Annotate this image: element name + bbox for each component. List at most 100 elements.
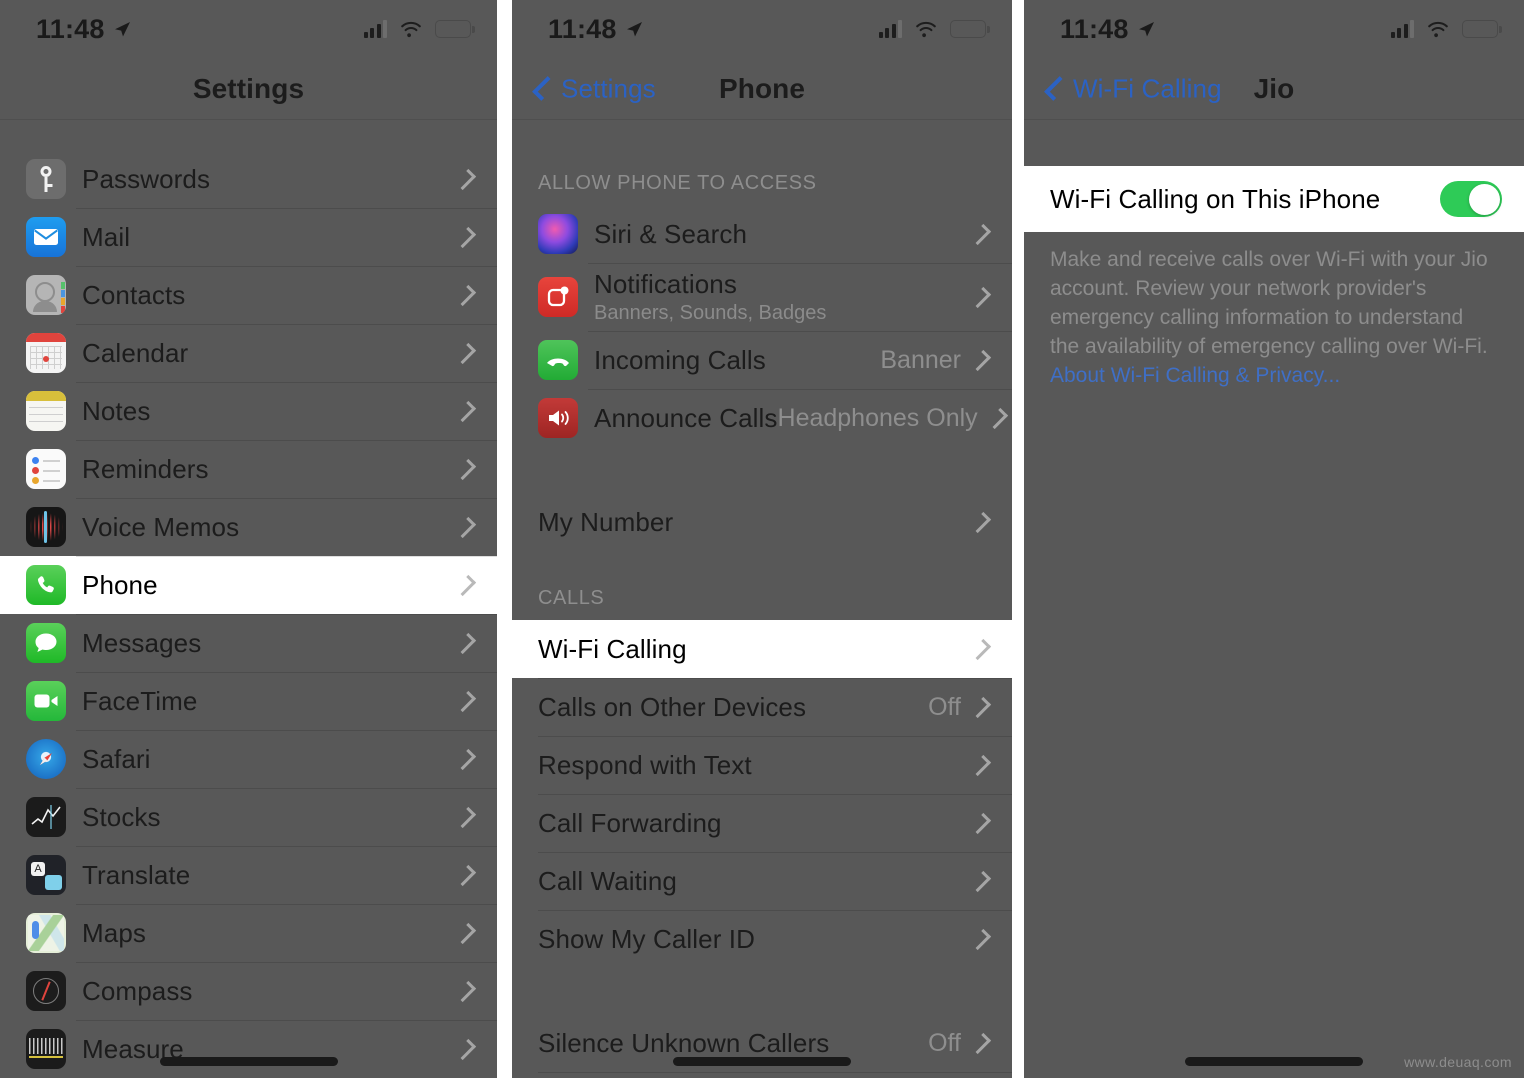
footnote-text: Make and receive calls over Wi-Fi with y… [1050, 248, 1488, 358]
sidebar-item-reminders[interactable]: Reminders [0, 440, 497, 498]
sidebar-item-calendar[interactable]: Calendar [0, 324, 497, 382]
panel-phone: 11:48 Settings Phone ALLOW PHONE TO ACCE… [512, 0, 1012, 1078]
row-wifi-calling[interactable]: Wi-Fi Calling [512, 620, 1012, 678]
status-bar-indicators [878, 20, 990, 38]
status-time: 11:48 [1060, 13, 1129, 44]
chevron-right-icon [454, 922, 477, 944]
facetime-icon [26, 681, 66, 721]
section-header-allow-access: ALLOW PHONE TO ACCESS [538, 172, 817, 194]
sidebar-item-phone[interactable]: Phone [0, 556, 497, 614]
row-notifications[interactable]: Notifications Banners, Sounds, Badges [512, 263, 1012, 331]
location-arrow-icon [1138, 22, 1154, 37]
nav-bar-phone: Settings Phone [512, 58, 1012, 120]
chevron-right-icon [969, 812, 992, 834]
sidebar-item-voice-memos[interactable]: Voice Memos [0, 498, 497, 556]
row-call-blocking-identification[interactable]: Call Blocking & Identification [512, 1072, 1012, 1078]
translate-icon: A [26, 855, 66, 895]
panel-gap-2 [1012, 0, 1024, 1078]
sidebar-item-translate[interactable]: A Translate [0, 846, 497, 904]
row-wifi-calling-on-this-iphone[interactable]: Wi-Fi Calling on This iPhone [1024, 166, 1524, 232]
chevron-right-icon [986, 407, 1008, 429]
wifi-calling-toggle[interactable] [1440, 181, 1502, 217]
incoming-calls-icon [538, 340, 578, 380]
wifi-calling-group: Wi-Fi Calling on This iPhone [1024, 166, 1524, 232]
sidebar-item-facetime[interactable]: FaceTime [0, 672, 497, 730]
location-arrow-icon [626, 22, 642, 37]
status-time: 11:48 [36, 13, 105, 44]
toggle-knob [1468, 183, 1500, 215]
row-label: Silence Unknown Callers [538, 1027, 830, 1058]
compass-icon [26, 971, 66, 1011]
maps-icon [26, 913, 66, 953]
sidebar-item-messages[interactable]: Messages [0, 614, 497, 672]
chevron-right-icon [969, 511, 992, 533]
home-indicator [673, 1057, 851, 1066]
row-label: Announce Calls [594, 402, 778, 433]
home-indicator [1185, 1057, 1363, 1066]
row-show-my-caller-id[interactable]: Show My Caller ID [512, 910, 1012, 968]
row-siri-and-search[interactable]: Siri & Search [512, 205, 1012, 263]
sidebar-item-maps[interactable]: Maps [0, 904, 497, 962]
wifi-icon [916, 21, 936, 38]
nav-bar-jio: Wi-Fi Calling Jio [1024, 58, 1524, 120]
row-sublabel: Banners, Sounds, Badges [594, 302, 827, 324]
chevron-right-icon [969, 286, 992, 308]
section-header-calls: CALLS [538, 587, 605, 609]
group-gap [512, 968, 1012, 1014]
location-arrow-icon [114, 22, 130, 37]
siri-icon [538, 214, 578, 254]
blocking-group: Silence Unknown Callers Off Call Blockin… [512, 1014, 1012, 1078]
row-label: Phone [82, 569, 158, 600]
row-label: Call Waiting [538, 865, 677, 896]
sidebar-item-stocks[interactable]: Stocks [0, 788, 497, 846]
cellular-signal-icon [363, 20, 387, 38]
list-top-gap [512, 120, 1012, 166]
status-bar-time-group: 11:48 [548, 14, 644, 45]
about-wifi-calling-privacy-link[interactable]: About Wi-Fi Calling & Privacy... [1050, 364, 1340, 387]
back-button[interactable]: Wi-Fi Calling [1044, 73, 1222, 104]
sidebar-item-passwords[interactable]: Passwords [0, 150, 497, 208]
status-bar-indicators [1390, 20, 1502, 38]
chevron-right-icon [454, 400, 477, 422]
row-label: Show My Caller ID [538, 923, 755, 954]
sidebar-item-safari[interactable]: Safari [0, 730, 497, 788]
sidebar-item-mail[interactable]: Mail [0, 208, 497, 266]
wifi-calling-footnote: Make and receive calls over Wi-Fi with y… [1024, 232, 1524, 391]
chevron-right-icon [454, 168, 477, 190]
row-label: Notifications [594, 269, 737, 299]
row-label: Call Forwarding [538, 807, 722, 838]
row-my-number[interactable]: My Number [512, 493, 1012, 551]
voice-memos-icon [26, 507, 66, 547]
site-watermark: www.deuaq.com [1404, 1054, 1512, 1070]
row-call-forwarding[interactable]: Call Forwarding [512, 794, 1012, 852]
passwords-icon [26, 159, 66, 199]
chevron-right-icon [969, 638, 992, 660]
back-button-label: Settings [561, 73, 656, 103]
status-bar-1: 11:48 [0, 0, 497, 58]
sidebar-item-notes[interactable]: Notes [0, 382, 497, 440]
sidebar-item-contacts[interactable]: Contacts [0, 266, 497, 324]
status-bar-2: 11:48 [512, 0, 1012, 58]
sidebar-item-measure[interactable]: Measure [0, 1020, 497, 1078]
measure-icon [26, 1029, 66, 1069]
chevron-right-icon [969, 870, 992, 892]
row-label: Reminders [82, 453, 209, 484]
my-number-group: My Number [512, 493, 1012, 551]
sidebar-item-compass[interactable]: Compass [0, 962, 497, 1020]
row-label: Messages [82, 627, 202, 658]
row-calls-on-other-devices[interactable]: Calls on Other Devices Off [512, 678, 1012, 736]
status-bar-time-group: 11:48 [1060, 14, 1156, 45]
chevron-right-icon [969, 928, 992, 950]
row-announce-calls[interactable]: Announce Calls Headphones Only [512, 389, 1012, 447]
row-label: Compass [82, 975, 193, 1006]
row-call-waiting[interactable]: Call Waiting [512, 852, 1012, 910]
settings-app-list: Passwords Mail Contacts Calendar Notes R… [0, 150, 497, 1078]
back-button[interactable]: Settings [532, 73, 656, 104]
stocks-icon [26, 797, 66, 837]
row-incoming-calls[interactable]: Incoming Calls Banner [512, 331, 1012, 389]
row-respond-with-text[interactable]: Respond with Text [512, 736, 1012, 794]
messages-icon [26, 623, 66, 663]
row-label: Passwords [82, 163, 211, 194]
cellular-signal-icon [878, 20, 902, 38]
list-top-gap [0, 120, 497, 150]
